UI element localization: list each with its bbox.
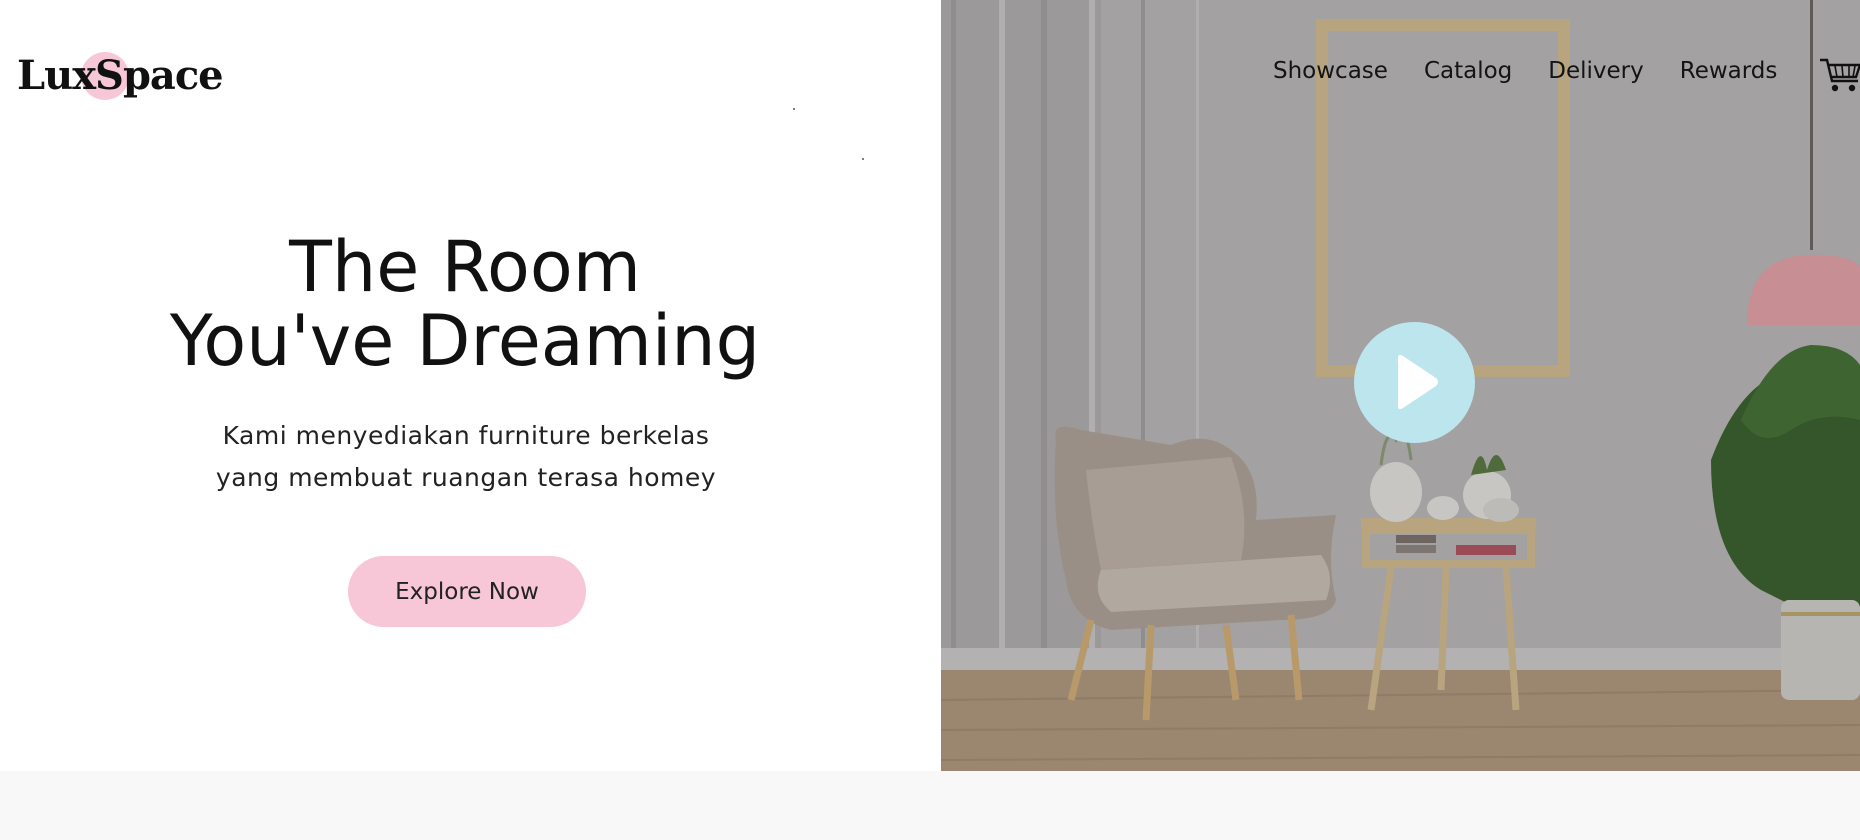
subtitle-line: Kami menyediakan furniture berkelas	[222, 421, 710, 450]
play-icon	[1398, 354, 1438, 410]
decorative-dot	[862, 158, 864, 160]
nav-rewards[interactable]: Rewards	[1680, 58, 1778, 84]
headline-line: You've Dreaming	[169, 300, 761, 382]
nav-catalog[interactable]: Catalog	[1424, 58, 1512, 84]
nav-showcase[interactable]: Showcase	[1273, 58, 1388, 84]
play-video-button[interactable]	[1354, 322, 1475, 443]
hero-subtitle: Kami menyediakan furniture berkelas yang…	[160, 415, 772, 499]
hero-headline: The Room You've Dreaming	[120, 230, 810, 378]
landing-page: LuxSpace The Room You've Dreaming Kami m…	[0, 0, 1860, 840]
decorative-dot	[793, 108, 795, 110]
nav-delivery[interactable]: Delivery	[1548, 58, 1643, 84]
subtitle-line: yang membuat ruangan terasa homey	[215, 463, 717, 492]
next-section-strip	[0, 771, 1860, 840]
headline-line: The Room	[289, 226, 641, 308]
shopping-cart-icon[interactable]	[1818, 56, 1860, 94]
brand-logo[interactable]: LuxSpace	[17, 52, 224, 99]
main-navigation: Showcase Catalog Delivery Rewards	[1273, 58, 1777, 84]
explore-now-button[interactable]: Explore Now	[348, 556, 586, 627]
hero-content: LuxSpace The Room You've Dreaming Kami m…	[0, 0, 941, 771]
